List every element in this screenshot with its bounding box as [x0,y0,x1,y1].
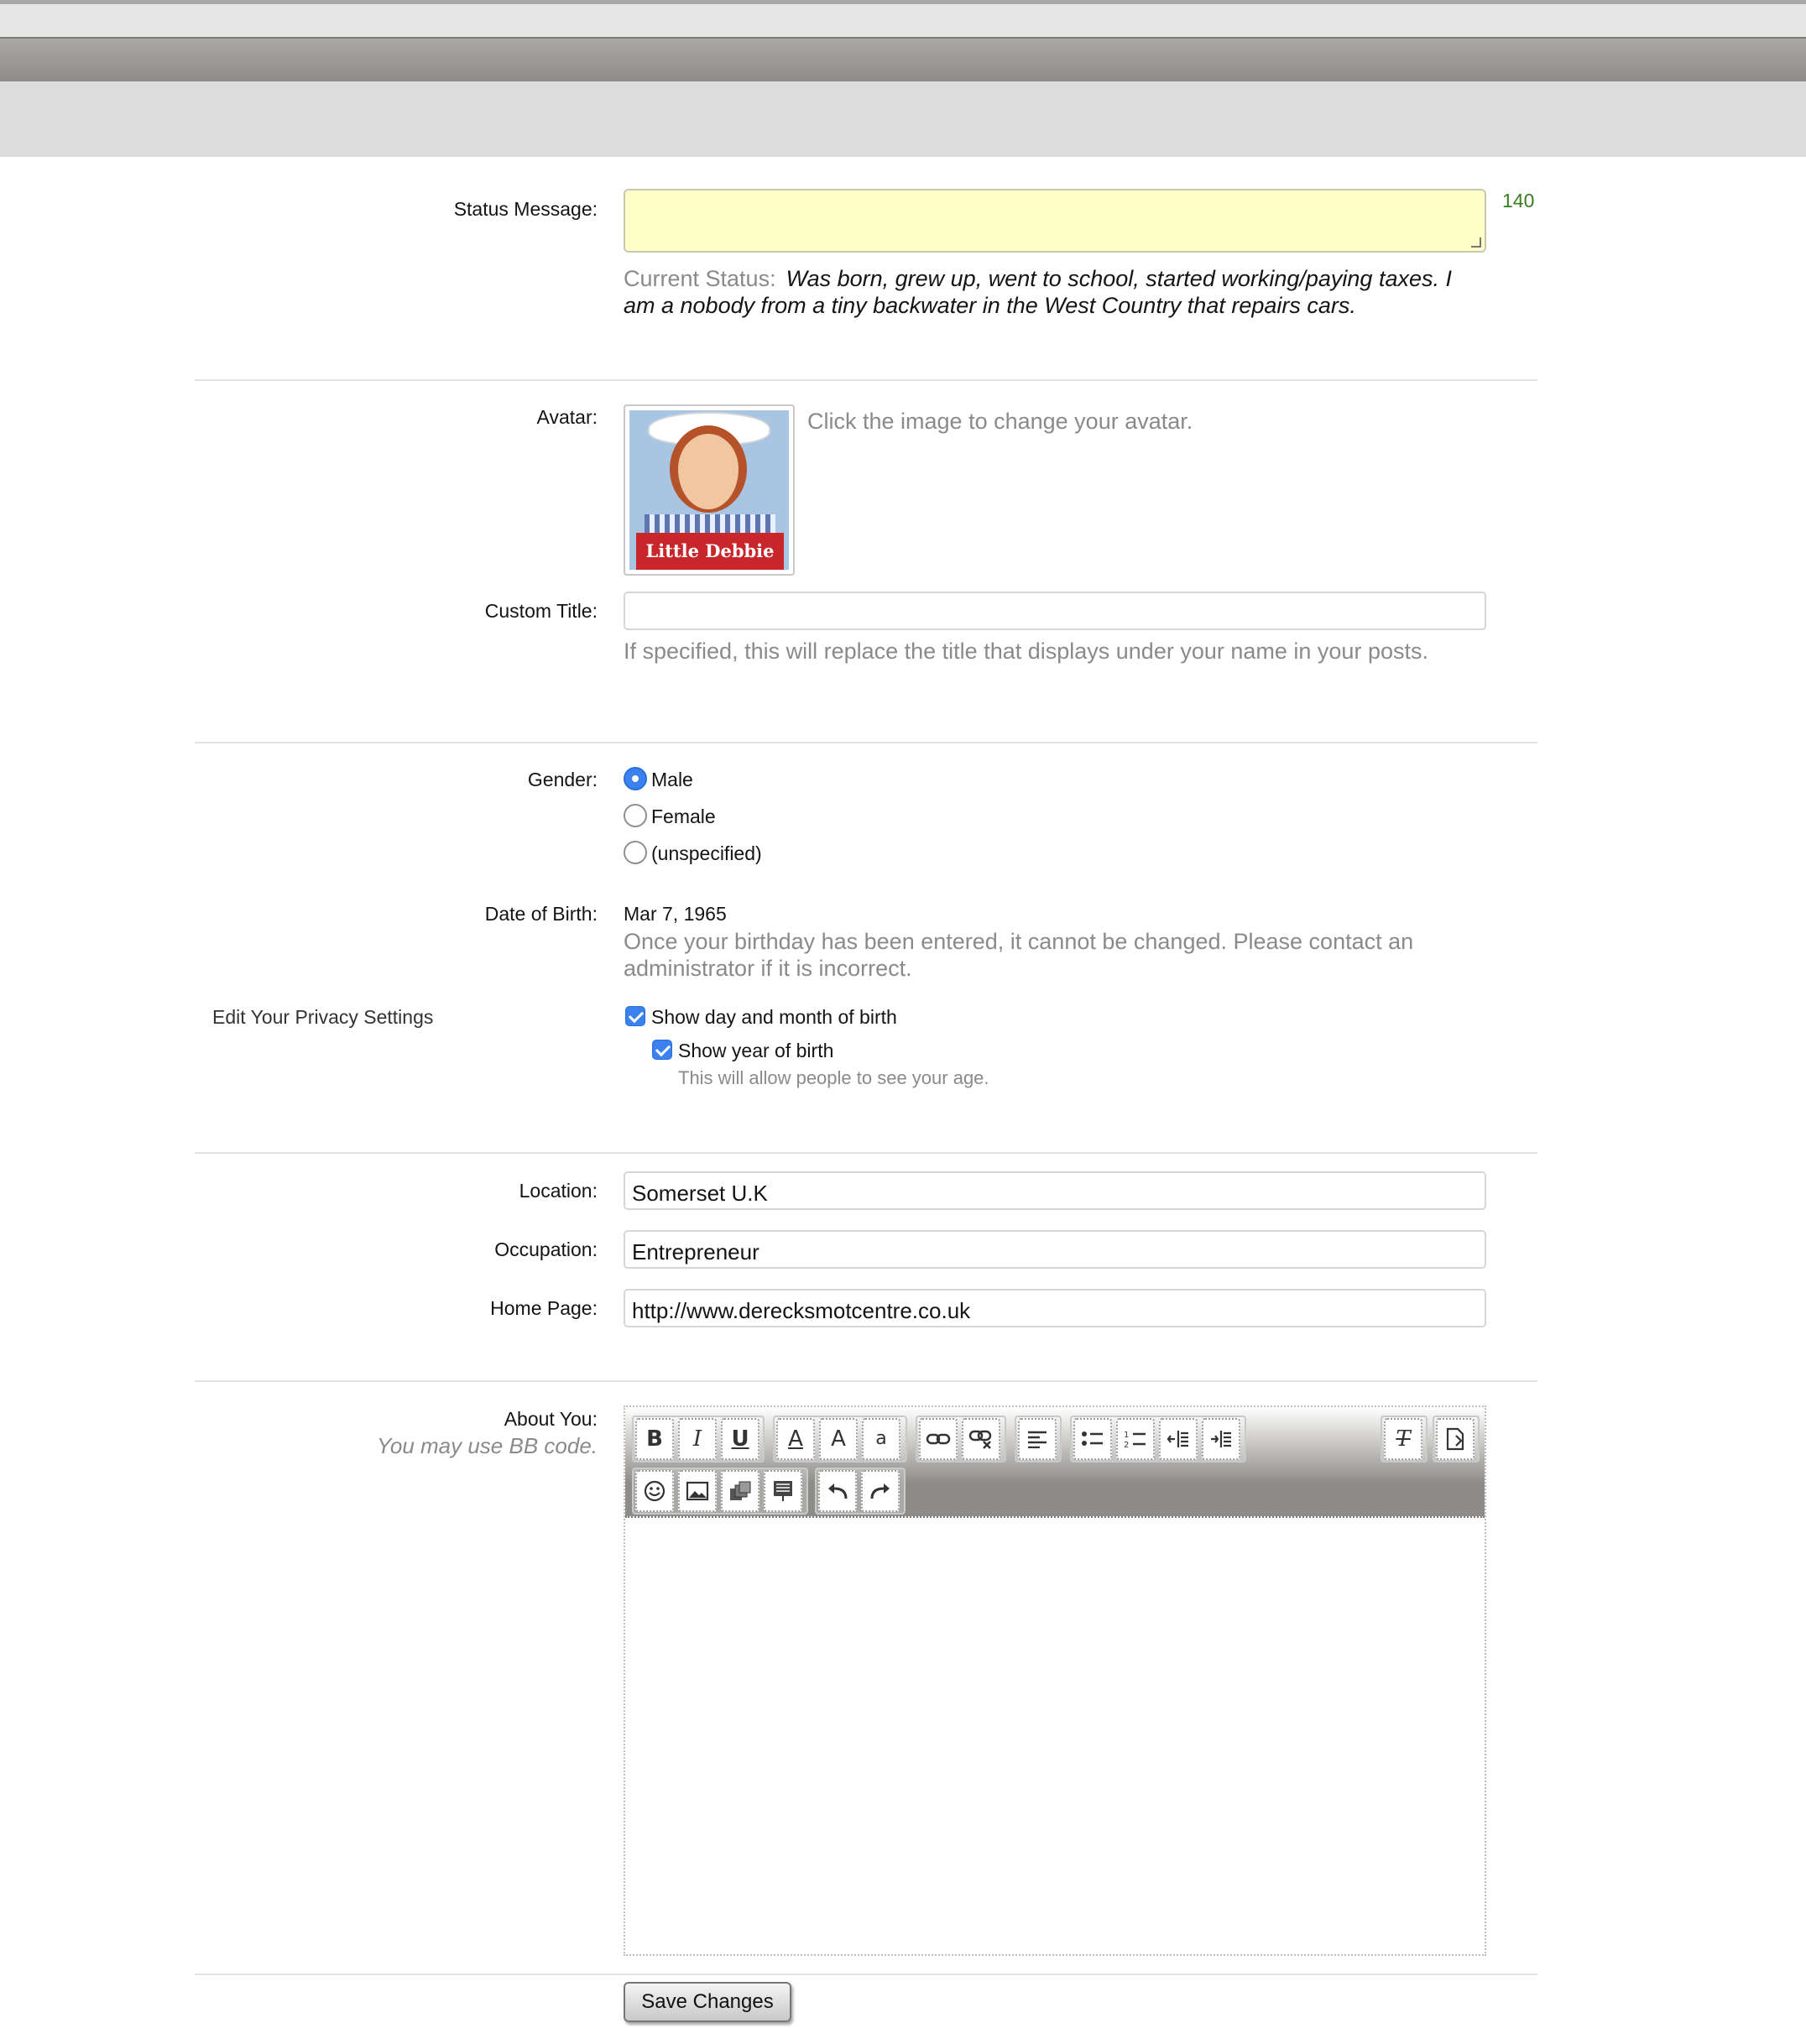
font-family-icon[interactable]: a [862,1418,900,1460]
editor-toolbar: B I U A A a 12 T [625,1407,1485,1518]
outdent-icon[interactable] [1159,1418,1198,1460]
avatar-image[interactable]: Little Debbie [624,404,795,576]
custom-title-hint: If specified, this will replace the titl… [624,639,1428,664]
gender-female-label[interactable]: Female [651,806,716,828]
show-year-checkbox[interactable] [652,1040,672,1060]
section-divider [195,1974,1537,1975]
custom-title-label: Custom Title: [484,600,598,622]
quote-icon[interactable] [764,1470,802,1512]
font-size-icon[interactable]: A [819,1418,858,1460]
image-icon[interactable] [678,1470,717,1512]
avatar-label: Avatar: [536,406,598,428]
location-label: Location: [519,1180,598,1202]
about-label: About You: [504,1408,598,1430]
homepage-input[interactable]: http://www.derecksmotcentre.co.uk [624,1289,1486,1327]
gender-label: Gender: [527,769,598,790]
occupation-label: Occupation: [494,1238,598,1260]
avatar-picture: Little Debbie [629,410,789,570]
gender-male-label[interactable]: Male [651,769,693,791]
gender-unspecified-radio[interactable] [624,841,647,864]
italic-icon[interactable]: I [678,1418,717,1460]
undo-icon[interactable] [818,1470,857,1512]
gender-unspecified-label[interactable]: (unspecified) [651,842,762,865]
subheader-band [0,81,1806,157]
about-text-area[interactable] [625,1520,1485,1954]
save-changes-button[interactable]: Save Changes [624,1982,791,2022]
section-divider [195,1380,1537,1382]
occupation-input[interactable]: Entrepreneur [624,1230,1486,1269]
location-input[interactable]: Somerset U.K [624,1171,1486,1210]
privacy-settings-label: Edit Your Privacy Settings [212,1006,434,1028]
dob-hint: Once your birthday has been entered, it … [624,929,1414,981]
numbered-list-icon[interactable]: 12 [1116,1418,1155,1460]
show-day-month-label[interactable]: Show day and month of birth [651,1006,897,1029]
status-message-input[interactable] [624,189,1486,253]
avatar-face [670,425,747,513]
bold-icon[interactable]: B [635,1418,674,1460]
align-left-icon[interactable] [1018,1418,1057,1460]
current-status-label: Current Status: [624,266,776,291]
remove-format-icon[interactable]: T [1384,1418,1422,1460]
current-status: Current Status: Was born, grew up, went t… [624,265,1488,319]
gender-female-radio[interactable] [624,804,647,827]
avatar-hint: Click the image to change your avatar. [807,409,1193,434]
link-icon[interactable] [919,1418,958,1460]
show-day-month-checkbox[interactable] [625,1006,645,1026]
unlink-icon[interactable] [962,1418,1000,1460]
section-divider [195,1152,1537,1154]
font-color-icon[interactable]: A [776,1418,815,1460]
dob-value: Mar 7, 1965 [624,903,727,925]
status-char-counter: 140 [1502,190,1535,211]
homepage-label: Home Page: [490,1297,598,1319]
svg-text:2: 2 [1124,1441,1129,1449]
dob-label: Date of Birth: [484,903,598,925]
about-editor[interactable]: B I U A A a 12 T [624,1405,1486,1956]
section-divider [195,742,1537,743]
about-hint: You may use BB code. [376,1433,598,1458]
bullet-list-icon[interactable] [1073,1418,1112,1460]
resize-grip-icon[interactable] [1471,237,1481,248]
source-mode-icon[interactable] [1436,1418,1475,1460]
status-message-label: Status Message: [453,198,598,220]
avatar-logo-text: Little Debbie [636,533,784,570]
indent-icon[interactable] [1202,1418,1240,1460]
header-band [0,37,1806,81]
show-year-label[interactable]: Show year of birth [678,1040,833,1062]
gender-male-radio[interactable] [624,767,647,790]
media-icon[interactable] [721,1470,759,1512]
custom-title-input[interactable] [624,592,1486,630]
section-divider [195,379,1537,381]
svg-text:1: 1 [1124,1431,1129,1440]
top-light-band [0,4,1806,37]
underline-icon[interactable]: U [721,1418,759,1460]
redo-icon[interactable] [861,1470,900,1512]
emoticon-icon[interactable] [635,1470,674,1512]
show-year-hint: This will allow people to see your age. [678,1067,989,1088]
